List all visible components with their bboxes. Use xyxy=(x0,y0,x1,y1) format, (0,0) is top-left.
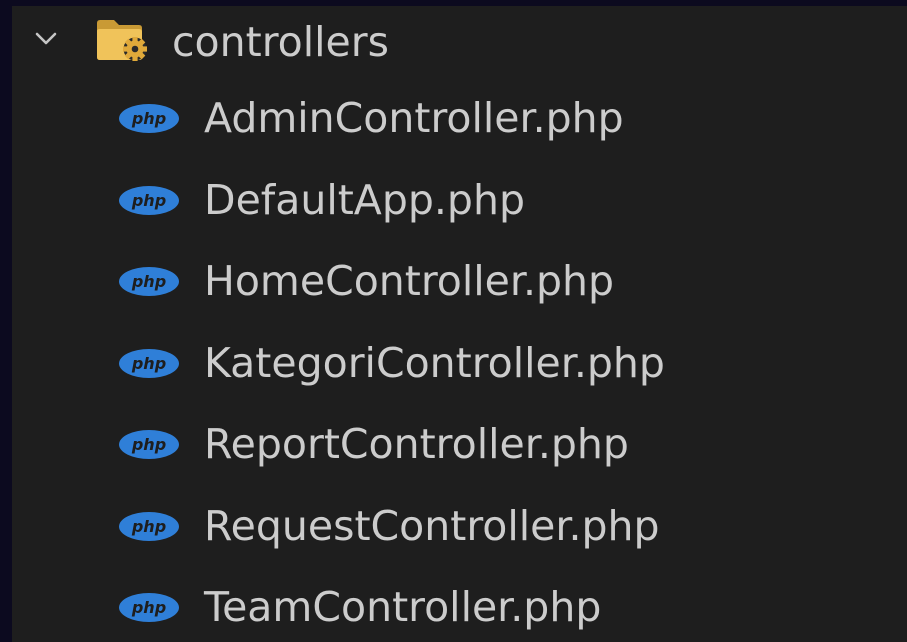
file-explorer: controllers php AdminController.php php … xyxy=(12,6,907,642)
file-label: DefaultApp.php xyxy=(204,175,525,224)
file-label: RequestController.php xyxy=(204,501,660,550)
svg-text:php: php xyxy=(131,598,166,617)
file-item-kategori-controller[interactable]: php KategoriController.php xyxy=(12,321,907,403)
svg-text:php: php xyxy=(131,354,166,373)
file-label: KategoriController.php xyxy=(204,338,665,387)
file-item-admin-controller[interactable]: php AdminController.php xyxy=(12,76,907,158)
php-icon: php xyxy=(119,104,179,133)
php-icon: php xyxy=(119,267,179,296)
file-label: AdminController.php xyxy=(204,94,624,142)
svg-text:php: php xyxy=(131,435,166,454)
file-label: TeamController.php xyxy=(204,583,602,631)
php-icon: php xyxy=(119,348,179,378)
folder-controllers[interactable]: controllers xyxy=(12,6,907,76)
file-item-request-controller[interactable]: php RequestController.php xyxy=(12,484,907,566)
svg-text:php: php xyxy=(131,272,166,291)
file-list: php AdminController.php php DefaultApp.p… xyxy=(12,76,907,642)
file-item-default-app[interactable]: php DefaultApp.php xyxy=(12,158,907,240)
svg-text:php: php xyxy=(131,191,166,210)
file-item-home-controller[interactable]: php HomeController.php xyxy=(12,239,907,321)
svg-text:php: php xyxy=(131,517,166,536)
php-icon: php xyxy=(119,593,179,622)
svg-text:php: php xyxy=(131,109,166,128)
file-label: ReportController.php xyxy=(204,420,629,468)
chevron-down-icon[interactable] xyxy=(34,30,58,46)
php-icon: php xyxy=(119,511,179,541)
folder-label: controllers xyxy=(172,18,389,66)
folder-controller-icon xyxy=(97,20,147,61)
php-icon: php xyxy=(119,430,179,459)
file-label: HomeController.php xyxy=(204,257,615,305)
file-item-report-controller[interactable]: php ReportController.php xyxy=(12,402,907,484)
php-icon: php xyxy=(119,185,179,215)
file-item-team-controller[interactable]: php TeamController.php xyxy=(12,565,907,642)
